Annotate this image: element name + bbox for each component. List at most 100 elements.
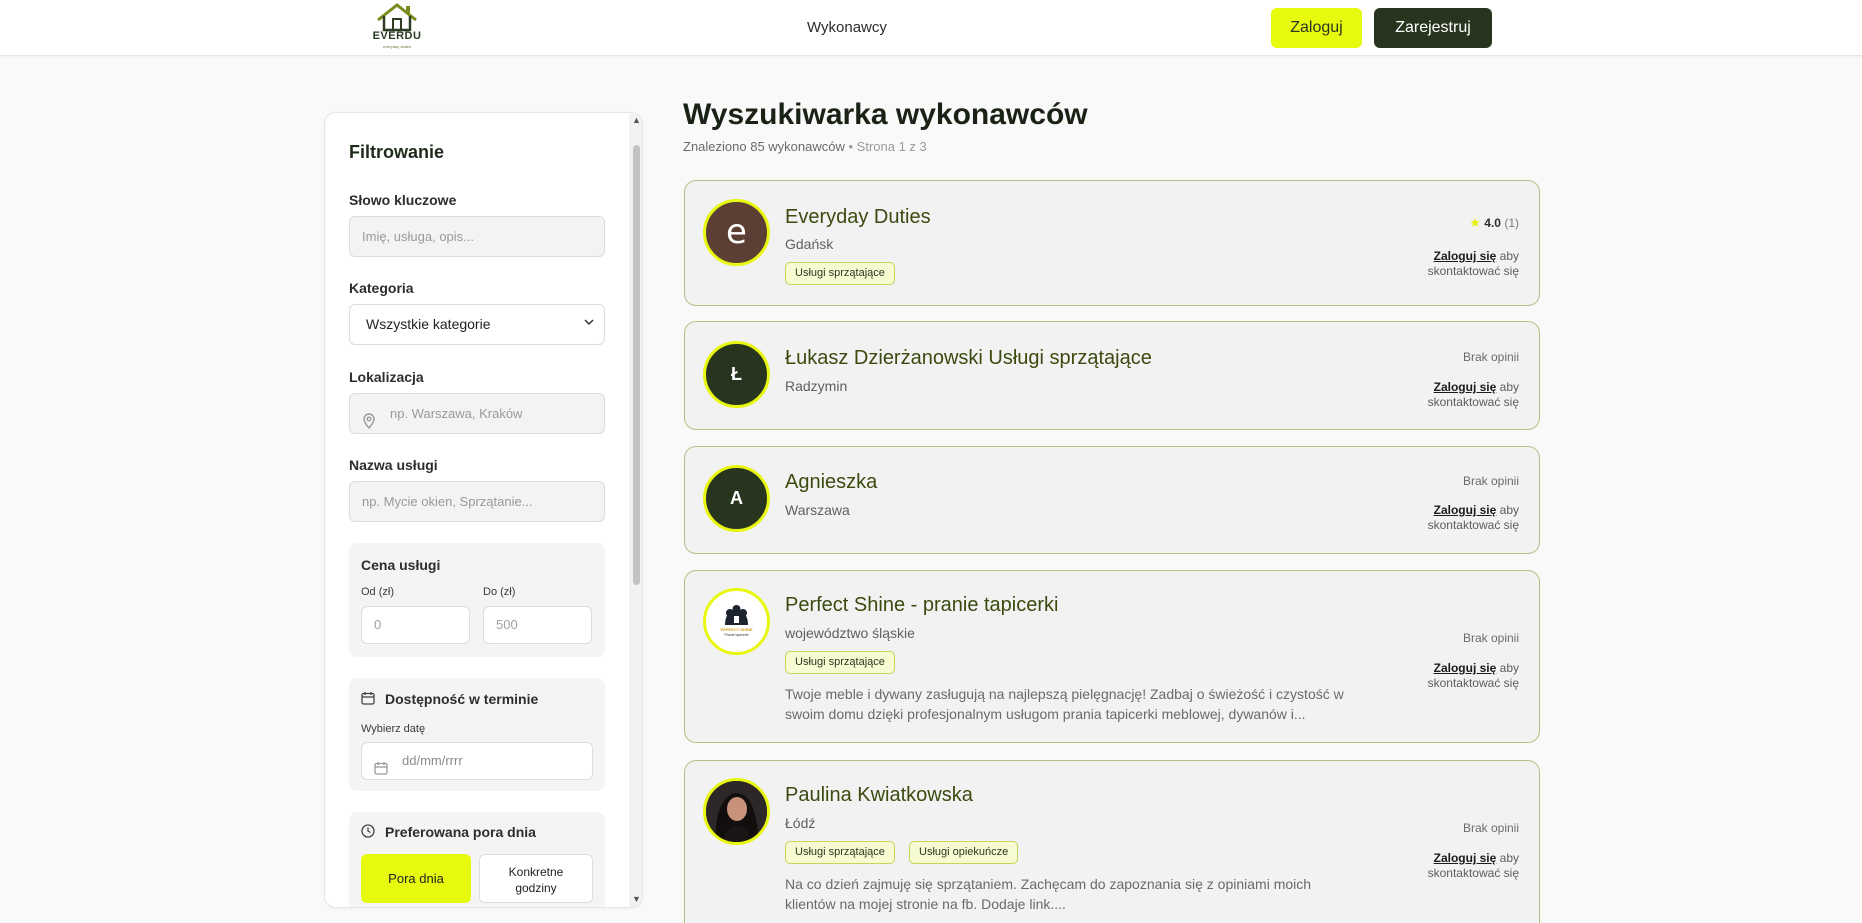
service-tag: Usługi sprzątające xyxy=(785,262,895,285)
filter-title: Filtrowanie xyxy=(349,142,445,162)
sidebar-scrollbar[interactable]: ▲ ▼ xyxy=(629,113,642,907)
scrollbar-thumb[interactable] xyxy=(633,145,640,585)
specific-hours-line-2: godziny xyxy=(515,881,557,895)
keyword-input[interactable]: Imię, usługa, opis... xyxy=(349,216,605,257)
top-navbar: EVERDU everyday duties Wykonawcy Zaloguj… xyxy=(0,0,1862,56)
price-to-input[interactable]: 500 xyxy=(483,606,592,644)
contact-text-2: skontaktować się xyxy=(1427,395,1519,409)
time-of-day-panel: Preferowana pora dnia Pora dnia Konkretn… xyxy=(349,812,605,907)
login-link[interactable]: Zaloguj się xyxy=(1434,503,1497,517)
category-select-value: Wszystkie kategorie xyxy=(366,316,491,332)
contractor-card[interactable]: A Agnieszka Warszawa Brak opinii Zaloguj… xyxy=(684,446,1540,554)
perfect-shine-logo-text: PERFECT SHINE xyxy=(720,627,753,632)
page-indicator: • Strona 1 z 3 xyxy=(848,139,927,154)
avatar xyxy=(703,778,770,845)
contact-prompt: Zaloguj się aby skontaktować się xyxy=(1428,851,1519,881)
contact-text-2: skontaktować się xyxy=(1427,518,1519,532)
star-icon: ★ xyxy=(1469,215,1481,230)
rating-count: (1) xyxy=(1504,216,1519,230)
avatar: e xyxy=(703,199,770,266)
map-pin-icon xyxy=(362,405,376,444)
contact-text-1: aby xyxy=(1499,380,1519,394)
contractor-name[interactable]: Agnieszka xyxy=(785,471,877,494)
date-placeholder: dd/mm/rrrr xyxy=(402,753,463,768)
contact-text-2: skontaktować się xyxy=(1427,866,1519,880)
price-title: Cena usługi xyxy=(361,557,441,573)
specific-hours-button[interactable]: Konkretne godziny xyxy=(479,854,593,903)
scroll-down-arrow-icon[interactable]: ▼ xyxy=(632,894,641,904)
contractor-name[interactable]: Paulina Kwiatkowska xyxy=(785,784,973,807)
avatar: Ł xyxy=(703,341,770,408)
service-tag: Usługi sprzątające xyxy=(785,651,895,674)
contractor-city: Warszawa xyxy=(785,502,850,518)
contractor-card[interactable]: PERFECT SHINE Pranie tapicerki Perfect S… xyxy=(684,570,1540,743)
no-reviews-label: Brak opinii xyxy=(1462,821,1519,835)
contact-prompt: Zaloguj się aby skontaktować się xyxy=(1428,249,1519,279)
service-tag: Usługi opiekuńcze xyxy=(909,841,1019,864)
contractor-name[interactable]: Perfect Shine - pranie tapicerki xyxy=(785,594,1058,617)
rating-value: 4.0 xyxy=(1484,216,1501,230)
price-panel: Cena usługi Od (zł) Do (zł) 0 500 xyxy=(349,543,605,657)
login-link[interactable]: Zaloguj się xyxy=(1434,851,1497,865)
profile-photo xyxy=(706,781,767,842)
clock-icon xyxy=(361,824,375,843)
login-link[interactable]: Zaloguj się xyxy=(1434,249,1497,263)
contact-prompt: Zaloguj się aby skontaktować się xyxy=(1428,503,1519,533)
house-logo-icon xyxy=(377,3,417,32)
specific-hours-line-1: Konkretne xyxy=(508,865,564,879)
contact-text-1: aby xyxy=(1499,661,1519,675)
contact-text-2: skontaktować się xyxy=(1427,676,1519,690)
category-label: Kategoria xyxy=(349,280,414,296)
chevron-down-icon xyxy=(584,305,594,344)
avatar: PERFECT SHINE Pranie tapicerki xyxy=(703,588,770,655)
contact-text-1: aby xyxy=(1499,851,1519,865)
results-count: Znaleziono 85 wykonawców xyxy=(683,139,845,154)
everdu-logo[interactable]: EVERDU everyday duties xyxy=(372,2,422,52)
contact-prompt: Zaloguj się aby skontaktować się xyxy=(1428,661,1519,691)
contractor-card[interactable]: e Everyday Duties Gdańsk Usługi sprzątaj… xyxy=(684,180,1540,306)
service-name-input[interactable]: np. Mycie okien, Sprzątanie... xyxy=(349,481,605,522)
no-reviews-label: Brak opinii xyxy=(1462,474,1519,488)
price-from-input[interactable]: 0 xyxy=(361,606,470,644)
perfect-shine-logo-sub: Pranie tapicerki xyxy=(724,633,749,637)
contractor-card[interactable]: Ł Łukasz Dzierżanowski Usługi sprzątając… xyxy=(684,321,1540,430)
time-of-day-title: Preferowana pora dnia xyxy=(385,824,536,840)
register-button[interactable]: Zarejestruj xyxy=(1374,8,1492,48)
contact-text-1: aby xyxy=(1499,249,1519,263)
contact-text-1: aby xyxy=(1499,503,1519,517)
page-title: Wyszukiwarka wykonawców xyxy=(683,98,1088,131)
no-reviews-label: Brak opinii xyxy=(1462,631,1519,645)
category-select[interactable]: Wszystkie kategorie xyxy=(349,304,605,345)
scroll-up-arrow-icon[interactable]: ▲ xyxy=(632,115,641,125)
availability-title: Dostępność w terminie xyxy=(385,691,539,707)
no-reviews-label: Brak opinii xyxy=(1462,350,1519,364)
contractor-city: Radzymin xyxy=(785,378,848,394)
keyword-label: Słowo kluczowe xyxy=(349,192,457,208)
time-of-day-button[interactable]: Pora dnia xyxy=(361,854,471,903)
contractor-description: Na co dzień zajmuję się sprzątaniem. Zac… xyxy=(785,876,1312,912)
contractor-city: Gdańsk xyxy=(785,236,834,252)
contractor-name[interactable]: Everyday Duties xyxy=(785,206,931,229)
nav-link-wykonawcy[interactable]: Wykonawcy xyxy=(807,19,887,36)
filter-sidebar-content: Filtrowanie Słowo kluczowe Imię, usługa,… xyxy=(325,113,629,907)
login-link[interactable]: Zaloguj się xyxy=(1434,380,1497,394)
price-from-label: Od (zł) xyxy=(361,586,394,598)
filter-sidebar: Filtrowanie Słowo kluczowe Imię, usługa,… xyxy=(324,112,643,908)
location-placeholder: np. Warszawa, Kraków xyxy=(390,406,523,421)
location-input[interactable]: np. Warszawa, Kraków xyxy=(349,393,605,434)
contractor-city: Łódź xyxy=(785,815,816,831)
availability-panel: Dostępność w terminie Wybierz datę dd/mm… xyxy=(349,678,605,791)
contractor-description: Twoje meble i dywany zasługują na najlep… xyxy=(785,686,1344,722)
date-input[interactable]: dd/mm/rrrr xyxy=(361,742,593,780)
contractor-name[interactable]: Łukasz Dzierżanowski Usługi sprzątające xyxy=(785,347,1152,370)
contractor-city: województwo śląskie xyxy=(785,625,915,641)
login-button[interactable]: Zaloguj xyxy=(1271,8,1362,48)
calendar-icon xyxy=(374,753,388,789)
calendar-icon xyxy=(361,691,375,710)
contractor-card[interactable]: Paulina Kwiatkowska Łódź Usługi sprzątaj… xyxy=(684,760,1540,923)
service-name-label: Nazwa usługi xyxy=(349,457,438,473)
location-label: Lokalizacja xyxy=(349,369,424,385)
login-link[interactable]: Zaloguj się xyxy=(1434,661,1497,675)
perfect-shine-logo-icon xyxy=(725,605,748,625)
price-to-label: Do (zł) xyxy=(483,586,516,598)
